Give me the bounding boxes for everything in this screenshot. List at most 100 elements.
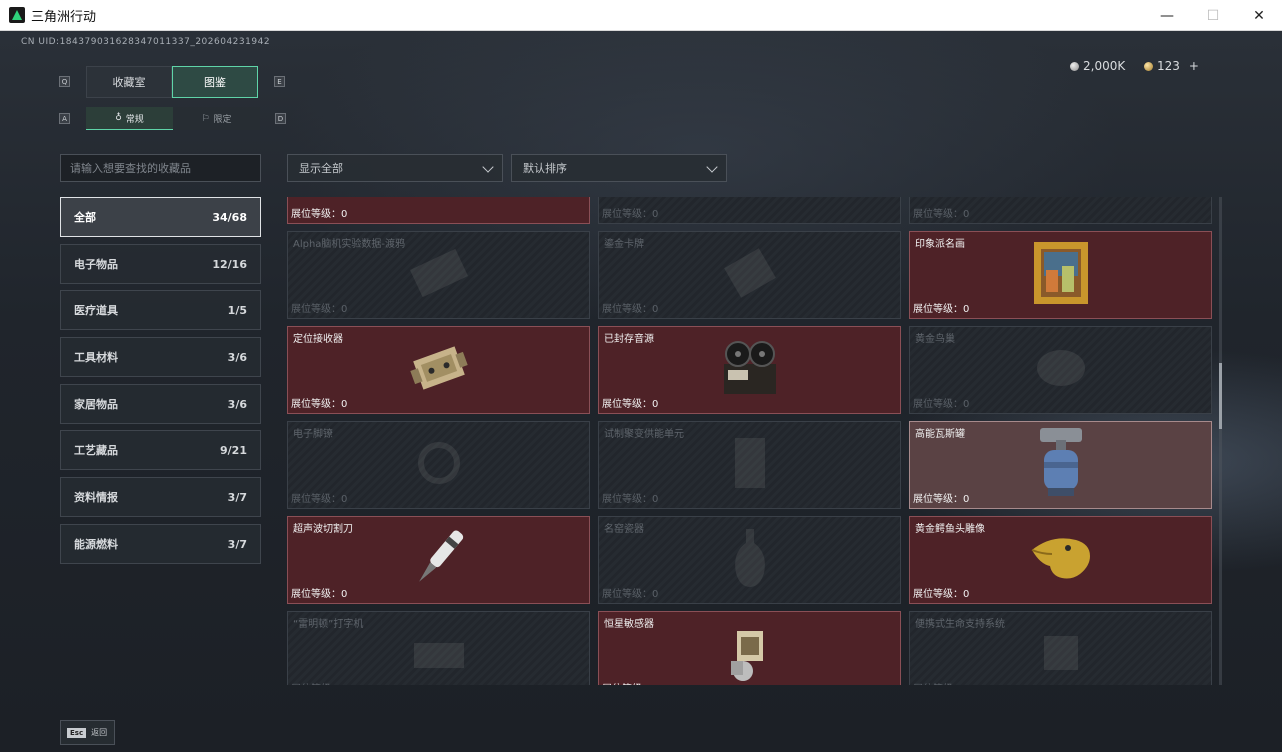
collection-item-card[interactable]: Alpha脑机实验数据-渡鸦 展位等级：0 [287, 231, 590, 319]
category-energy[interactable]: 能源燃料 3/7 [60, 524, 261, 564]
item-name: 印象派名画 [915, 239, 965, 250]
item-display-level: 展位等级：0 [602, 680, 658, 685]
item-display-level: 展位等级：0 [913, 589, 970, 600]
collection-item-card[interactable]: 鎏金卡牌 展位等级：0 [598, 231, 901, 319]
item-name: “雷明顿”打字机 [293, 619, 364, 630]
item-display-level: 展位等级：0 [913, 209, 970, 220]
key-hint-q: Q [59, 76, 70, 87]
collection-item-card[interactable]: 展位等级：0 [287, 197, 590, 224]
item-name: 超声波切割刀 [293, 524, 353, 535]
window-controls: — ☐ ✕ [1144, 0, 1282, 31]
collection-item-card[interactable]: 便携式生命支持系统展位等级：0 [909, 611, 1212, 685]
collection-item-card[interactable]: 展位等级：0 [909, 197, 1212, 224]
category-label: 医疗道具 [74, 304, 118, 317]
item-display-level: 展位等级：0 [291, 680, 347, 685]
limited-icon: ⚐ [201, 113, 210, 124]
tape-recorder-icon [718, 338, 782, 402]
item-name: 高能瓦斯罐 [915, 429, 965, 440]
category-label: 全部 [74, 211, 96, 224]
tab-collection-room[interactable]: 收藏室 [86, 66, 172, 98]
collection-item-card[interactable]: 试制聚变供能单元 展位等级：0 [598, 421, 901, 509]
item-display-level: 展位等级：0 [913, 494, 970, 505]
item-name: 便携式生命支持系统 [915, 619, 1005, 630]
category-all[interactable]: 全部 34/68 [60, 197, 261, 237]
back-button[interactable]: Esc 返回 [60, 720, 115, 745]
item-display-level: 展位等级：0 [291, 304, 348, 315]
collection-item-card[interactable]: 高能瓦斯罐展位等级：0 [909, 421, 1212, 509]
tab-regular[interactable]: ♁ 常规 [86, 107, 173, 130]
maximize-button[interactable]: ☐ [1190, 0, 1236, 31]
item-display-level: 展位等级：0 [602, 589, 659, 600]
display-filter-dropdown[interactable]: 显示全部 [287, 154, 503, 182]
sort-dropdown[interactable]: 默认排序 [511, 154, 727, 182]
vase-icon [730, 525, 770, 595]
category-electronics[interactable]: 电子物品 12/16 [60, 244, 261, 284]
user-uid: CN UID:18437903162834701133​7_2026042319… [21, 37, 271, 47]
scrollbar-thumb[interactable] [1219, 363, 1222, 429]
item-display-level: 展位等级：0 [602, 399, 659, 410]
silver-currency: 2,000K [1070, 59, 1125, 73]
category-crafts[interactable]: 工艺藏品 9/21 [60, 430, 261, 470]
category-household[interactable]: 家居物品 3/6 [60, 384, 261, 424]
tab-limited[interactable]: ⚐ 限定 [173, 107, 260, 130]
category-intel[interactable]: 资料情报 3/7 [60, 477, 261, 517]
game-viewport: CN UID:18437903162834701133​7_2026042319… [0, 31, 1282, 752]
box-icon [1031, 197, 1091, 202]
item-name: 已封存音源 [604, 334, 654, 345]
collection-item-card[interactable]: 黄金鳄鱼头雕像 展位等级：0 [909, 516, 1212, 604]
category-medical[interactable]: 医疗道具 1/5 [60, 290, 261, 330]
collection-item-card[interactable]: 印象派名画展位等级：0 [909, 231, 1212, 319]
item-display-level: 展位等级：0 [913, 680, 969, 685]
tab-codex[interactable]: 图鉴 [172, 66, 258, 98]
receiver-icon [407, 339, 471, 401]
collection-item-card[interactable]: 超声波切割刀 展位等级：0 [287, 516, 590, 604]
nest-icon [1031, 343, 1091, 397]
category-label: 工艺藏品 [74, 444, 118, 457]
scrollbar-track[interactable] [1219, 197, 1222, 685]
gold-cylinder-icon [409, 197, 469, 207]
fusion-unit-icon [730, 433, 770, 497]
item-name: 名窑瓷器 [604, 524, 644, 535]
esc-key-icon: Esc [67, 727, 87, 738]
collection-item-card[interactable]: 名窑瓷器展位等级：0 [598, 516, 901, 604]
category-count: 3/6 [227, 350, 247, 364]
item-name: 电子脚镣 [293, 429, 333, 440]
collection-grid[interactable]: 展位等级：0 展位等级：0 展位等级：0 Alpha脑机实验数据-渡鸦 展位等级：0 鎏金… [287, 197, 1213, 685]
category-count: 3/7 [227, 490, 247, 504]
life-support-icon [1036, 628, 1086, 682]
shackle-icon [414, 438, 464, 492]
item-display-level: 展位等级：0 [602, 209, 659, 220]
key-hint-d: D [275, 113, 286, 124]
category-count: 3/7 [227, 537, 247, 551]
collection-item-card[interactable]: 定位接收器 展位等级：0 [287, 326, 590, 414]
tab-limited-label: 限定 [213, 115, 232, 125]
device-icon [725, 197, 775, 202]
item-display-level: 展位等级：0 [913, 399, 970, 410]
item-name: 黄金鸟巢 [915, 334, 955, 345]
collection-item-card[interactable]: 黄金鸟巢展位等级：0 [909, 326, 1212, 414]
regular-icon: ♁ [115, 113, 122, 123]
item-display-level: 展位等级：0 [913, 304, 970, 315]
item-display-level: 展位等级：0 [291, 589, 348, 600]
collection-item-card[interactable]: 恒星敏感器展位等级：0 [598, 611, 901, 685]
display-filter-value: 显示全部 [299, 162, 343, 175]
category-tools[interactable]: 工具材料 3/6 [60, 337, 261, 377]
category-label: 能源燃料 [74, 538, 118, 551]
collection-item-card[interactable]: 展位等级：0 [598, 197, 901, 224]
item-display-level: 展位等级：0 [602, 304, 659, 315]
collection-grid-inner: 展位等级：0 展位等级：0 展位等级：0 Alpha脑机实验数据-渡鸦 展位等级：0 鎏金… [287, 197, 1212, 685]
collection-item-card[interactable]: “雷明顿”打字机展位等级：0 [287, 611, 590, 685]
search-input[interactable] [60, 154, 261, 182]
add-currency-button[interactable]: + [1189, 59, 1199, 73]
card-icon [720, 248, 780, 302]
close-button[interactable]: ✕ [1236, 0, 1282, 31]
gold-coin-icon [1144, 61, 1153, 71]
minimize-button[interactable]: — [1144, 0, 1190, 31]
category-label: 工具材料 [74, 351, 118, 364]
category-label: 资料情报 [74, 491, 118, 504]
typewriter-icon [409, 633, 469, 677]
item-display-level: 展位等级：0 [291, 399, 348, 410]
collection-item-card[interactable]: 已封存音源展位等级：0 [598, 326, 901, 414]
collection-item-card[interactable]: 电子脚镣 展位等级：0 [287, 421, 590, 509]
key-hint-e: E [274, 76, 285, 87]
